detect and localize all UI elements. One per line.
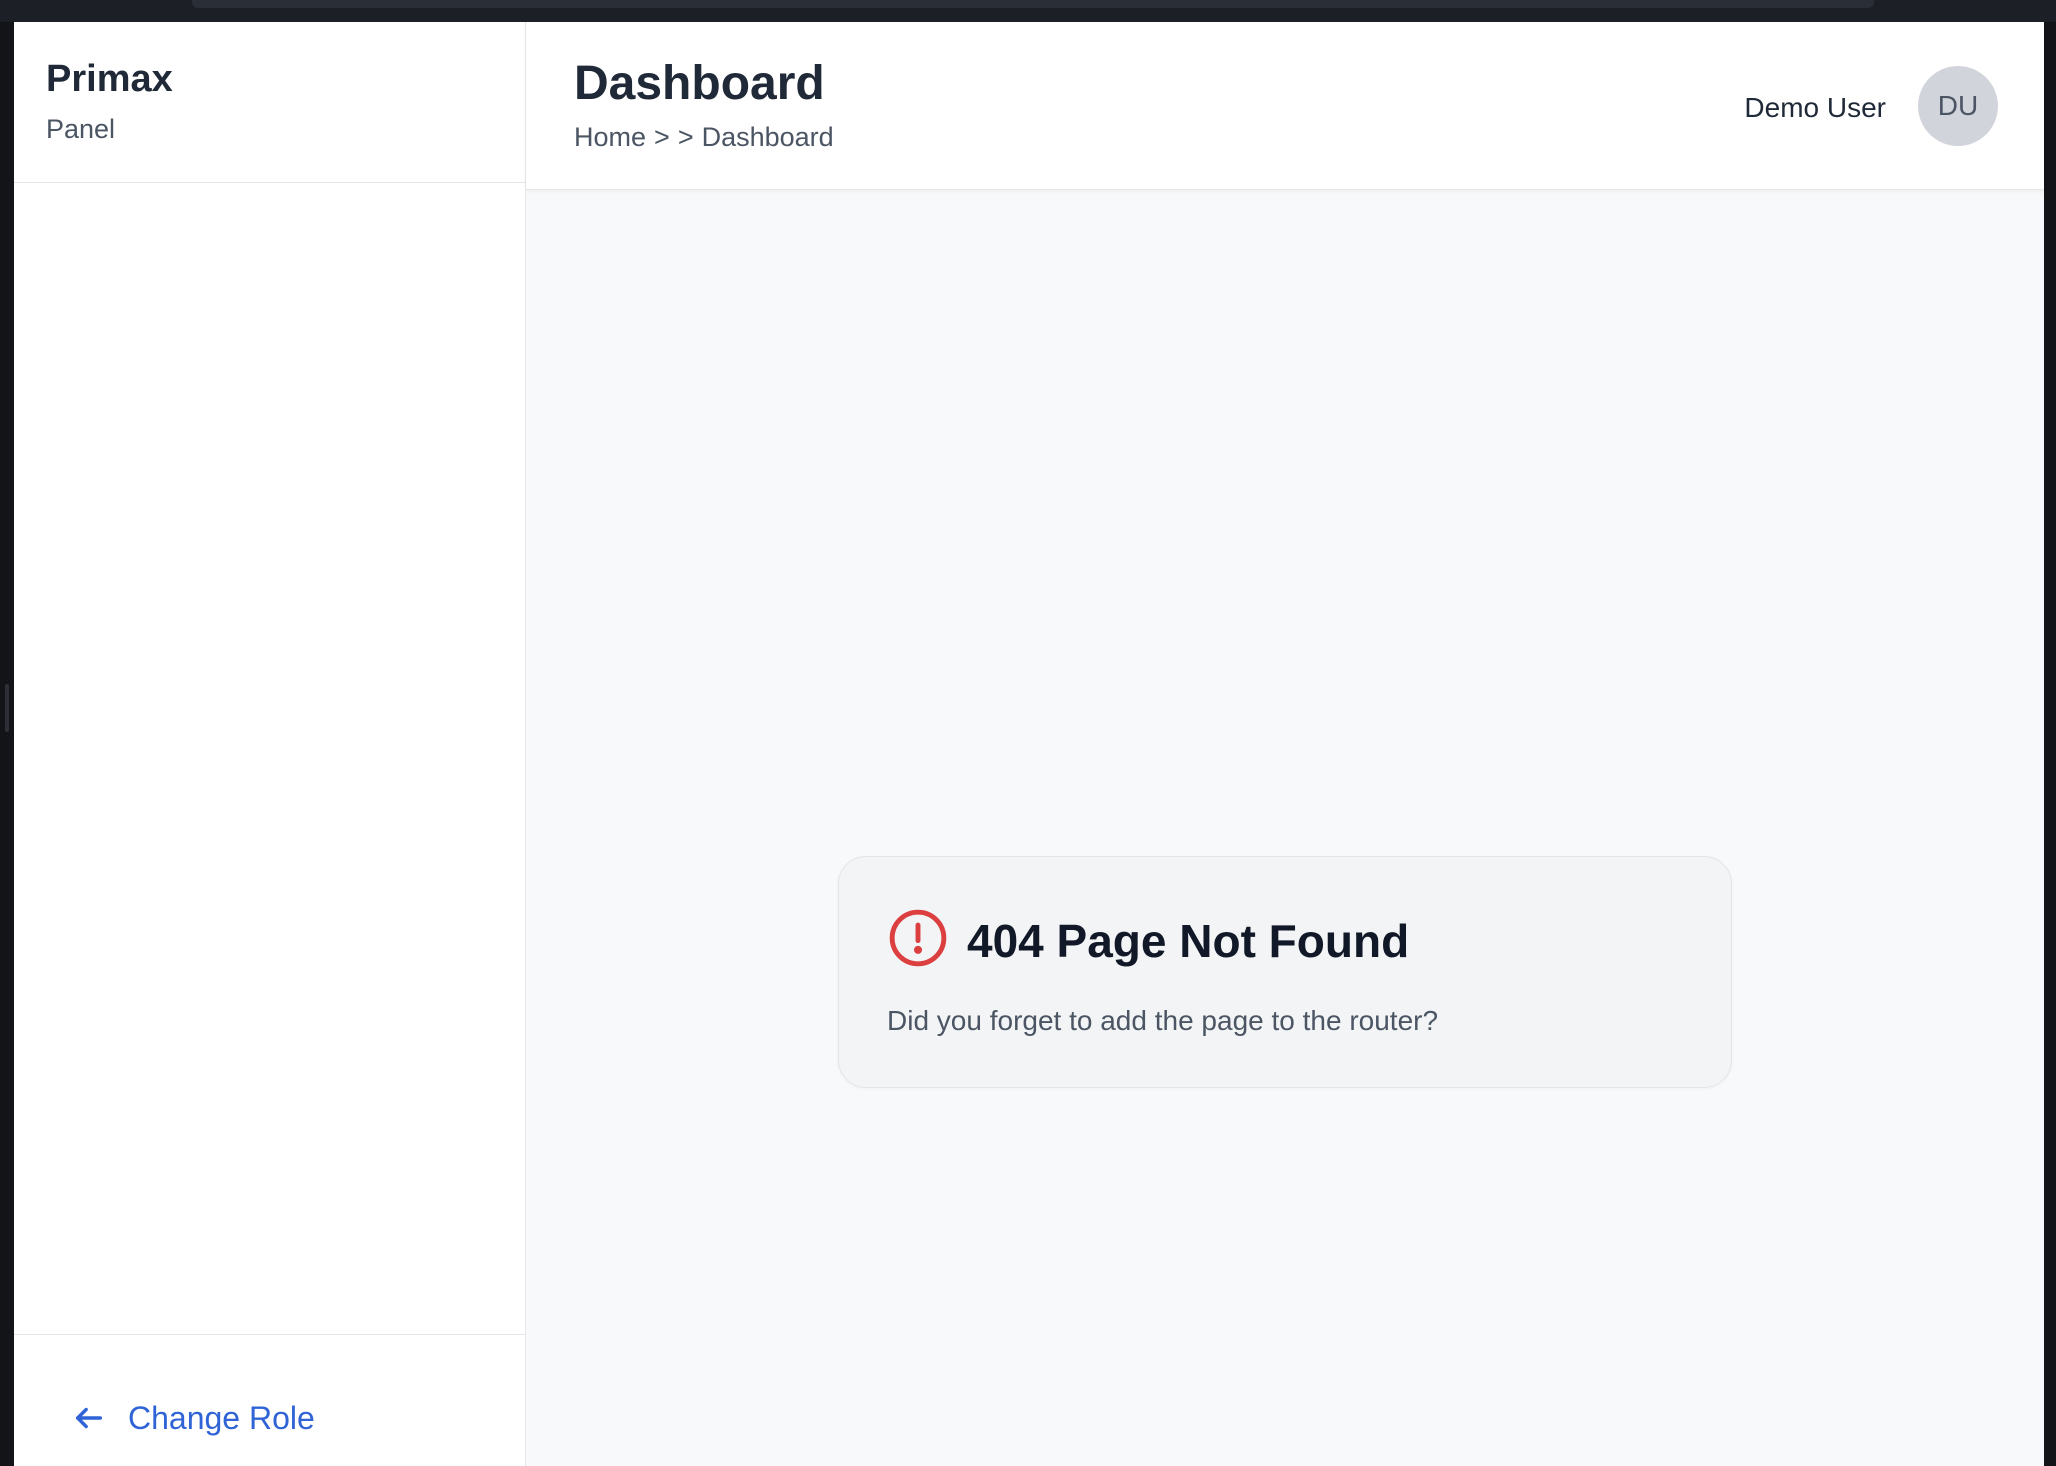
sidebar-footer: Change Role	[14, 1334, 526, 1466]
alert-circle-icon	[887, 907, 949, 974]
sidebar: Primax Panel Change Role	[14, 22, 526, 1466]
brand-subtitle: Panel	[46, 114, 116, 144]
avatar[interactable]: DU	[1918, 66, 1998, 146]
breadcrumb-separator: >	[677, 122, 694, 152]
user-name: Demo User	[1744, 92, 1886, 123]
page-title: Dashboard	[574, 57, 825, 110]
arrow-left-icon	[72, 1401, 106, 1435]
page-header: Dashboard Home > > Dashboard Demo User D…	[526, 22, 2044, 190]
app-window: Primax Panel Change Role Dashboard Home …	[14, 22, 2044, 1466]
error-title: 404 Page Not Found	[967, 914, 1410, 967]
brand-name: Primax	[46, 58, 173, 100]
change-role-label: Change Role	[128, 1399, 315, 1436]
breadcrumb: Home > > Dashboard	[574, 122, 834, 153]
window-top-bar	[0, 0, 2056, 22]
resize-handle[interactable]	[5, 684, 9, 732]
breadcrumb-home[interactable]: Home	[574, 122, 646, 153]
error-card: 404 Page Not Found Did you forget to add…	[838, 856, 1732, 1088]
right-window-gutter	[2044, 22, 2056, 1466]
left-window-gutter	[0, 22, 14, 1466]
brand: Primax Panel	[14, 22, 526, 183]
address-bar-edge	[192, 0, 1874, 8]
change-role-button[interactable]: Change Role	[72, 1393, 315, 1443]
breadcrumb-separator: >	[654, 122, 670, 152]
error-heading: 404 Page Not Found	[887, 907, 1409, 974]
breadcrumb-current: Dashboard	[701, 122, 834, 152]
error-description: Did you forget to add the page to the ro…	[887, 1005, 1439, 1036]
